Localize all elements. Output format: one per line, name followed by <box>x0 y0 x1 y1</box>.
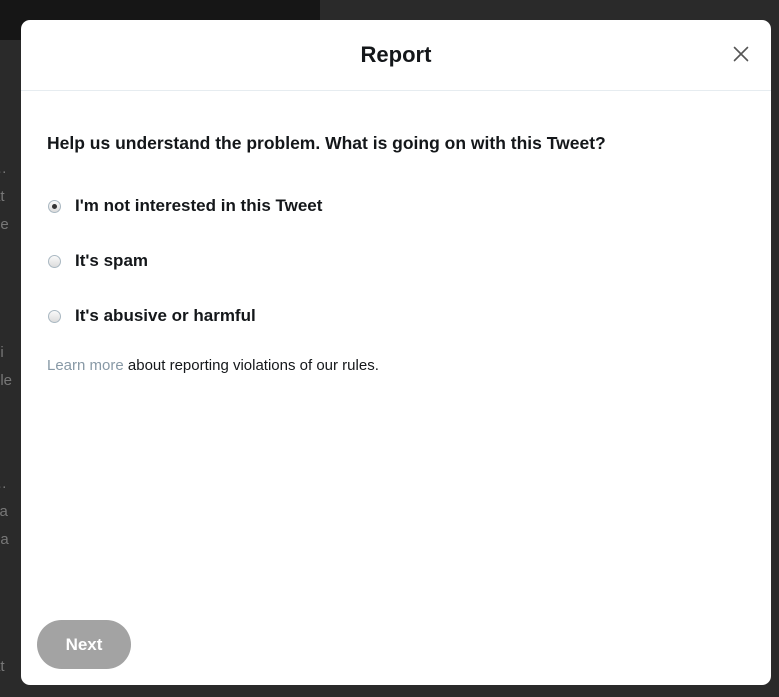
option-abusive[interactable]: It's abusive or harmful <box>47 302 745 330</box>
next-button[interactable]: Next <box>37 620 131 669</box>
learn-more-link[interactable]: Learn more <box>47 357 124 374</box>
background-text-fragment: at <box>0 658 5 675</box>
close-button[interactable] <box>725 38 757 70</box>
learn-more-line: Learn more about reporting violations of… <box>47 357 745 374</box>
background-text-fragment: at <box>0 188 5 205</box>
background-text-fragment: … <box>0 475 20 497</box>
background-text-fragment: r <box>0 630 20 652</box>
radio-button[interactable] <box>48 254 61 268</box>
background-text-fragment: gi <box>0 344 4 361</box>
radio-dot-icon <box>52 203 57 209</box>
dialog-body: Help us understand the problem. What is … <box>21 91 771 374</box>
radio-button-selected[interactable] <box>48 199 61 213</box>
background-text-fragment: ca <box>0 503 8 520</box>
option-not-interested[interactable]: I'm not interested in this Tweet <box>47 192 745 220</box>
background-text-fragment: s <box>0 316 20 338</box>
option-label: It's abusive or harmful <box>75 306 256 325</box>
radio-button[interactable] <box>48 309 61 323</box>
background-text-fragment: ble <box>0 372 13 389</box>
background-text-fragment: … <box>0 160 20 182</box>
background-text-fragment: he <box>0 216 9 233</box>
learn-more-text: about reporting violations of our rules. <box>123 357 379 374</box>
background-text-fragment: ea <box>0 531 9 548</box>
dialog-header: Report <box>21 20 771 91</box>
report-dialog: Report Help us understand the problem. W… <box>21 20 771 685</box>
report-question: Help us understand the problem. What is … <box>47 133 606 153</box>
option-spam[interactable]: It's spam <box>47 247 745 275</box>
close-icon <box>733 46 749 62</box>
option-label: I'm not interested in this Tweet <box>75 196 323 215</box>
dialog-title: Report <box>360 42 432 67</box>
option-label: It's spam <box>75 251 149 270</box>
